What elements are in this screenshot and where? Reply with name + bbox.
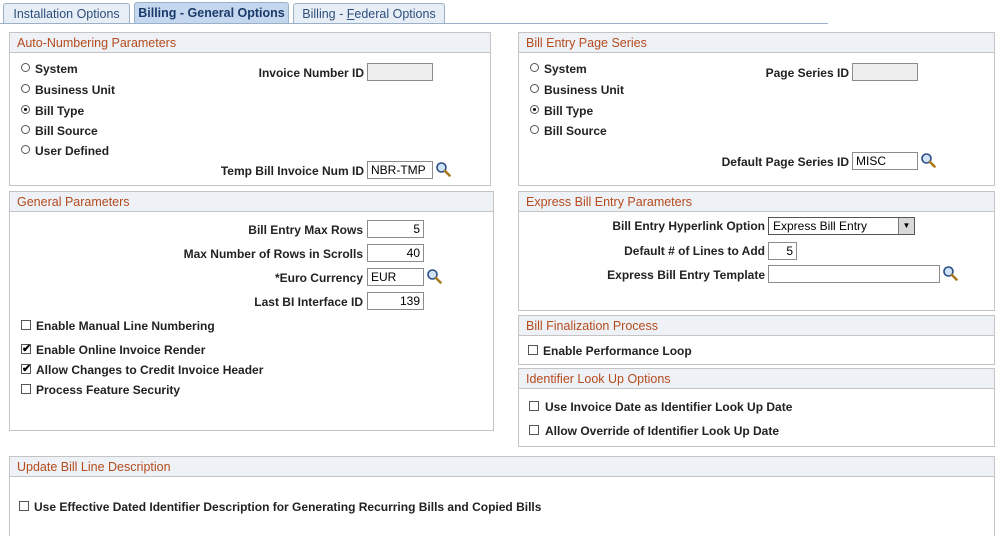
euro-currency-label: *Euro Currency bbox=[274, 271, 363, 285]
last-bi-interface-label: Last BI Interface ID bbox=[254, 295, 363, 309]
radio-label: Bill Type bbox=[35, 104, 85, 118]
group-title: Express Bill Entry Parameters bbox=[519, 192, 994, 212]
tab-label: Billing - General Options bbox=[138, 6, 285, 20]
group-title: Identifier Look Up Options bbox=[519, 369, 994, 389]
default-page-series-label: Default Page Series ID bbox=[721, 155, 849, 169]
radio-page-bill-source[interactable] bbox=[530, 125, 539, 134]
radio-label: Business Unit bbox=[35, 83, 116, 97]
tab-label-part: Billing - bbox=[302, 7, 347, 21]
max-rows-label: Bill Entry Max Rows bbox=[248, 223, 363, 237]
tab-installation-options[interactable]: Installation Options bbox=[3, 3, 130, 23]
radio-label: System bbox=[35, 62, 78, 76]
checkbox-process-feature-security[interactable] bbox=[21, 384, 31, 394]
tab-label-part: ederal Options bbox=[354, 7, 436, 21]
hyperlink-option-select[interactable]: Express Bill Entry ▼ bbox=[768, 217, 915, 235]
group-title: Bill Entry Page Series bbox=[519, 33, 994, 53]
max-scroll-rows-field[interactable]: 40 bbox=[367, 244, 424, 262]
checkbox-performance-loop[interactable] bbox=[528, 345, 538, 355]
default-page-series-field[interactable]: MISC bbox=[852, 152, 918, 170]
checkbox-invoice-date-lookup[interactable] bbox=[529, 401, 539, 411]
checkbox-label: Use Invoice Date as Identifier Look Up D… bbox=[545, 400, 793, 414]
tab-label: Installation Options bbox=[13, 7, 120, 21]
radio-label: System bbox=[544, 62, 587, 76]
radio-label: User Defined bbox=[35, 144, 110, 158]
page-series-id-field[interactable] bbox=[852, 63, 918, 81]
euro-currency-field[interactable]: EUR bbox=[367, 268, 424, 286]
checkbox-label: Process Feature Security bbox=[36, 383, 181, 397]
checkbox-label: Allow Override of Identifier Look Up Dat… bbox=[545, 424, 780, 438]
checkbox-credit-invoice-header[interactable]: ✔ bbox=[21, 364, 31, 375]
invoice-number-id-label: Invoice Number ID bbox=[258, 66, 364, 80]
radio-bill-source[interactable] bbox=[21, 125, 30, 134]
checkbox-label: Allow Changes to Credit Invoice Header bbox=[36, 363, 264, 377]
magnifier-lookup-icon[interactable] bbox=[435, 161, 451, 177]
temp-bill-invoice-label: Temp Bill Invoice Num ID bbox=[220, 164, 364, 178]
max-rows-field[interactable]: 5 bbox=[367, 220, 424, 238]
default-lines-label: Default # of Lines to Add bbox=[624, 244, 765, 258]
radio-label: Bill Source bbox=[544, 124, 607, 138]
radio-label: Bill Source bbox=[35, 124, 98, 138]
last-bi-interface-field[interactable]: 139 bbox=[367, 292, 424, 310]
radio-bill-type[interactable] bbox=[21, 105, 30, 114]
radio-system[interactable] bbox=[21, 63, 30, 72]
update-bill-line-group: Update Bill Line Description bbox=[9, 456, 995, 536]
express-template-field[interactable] bbox=[768, 265, 940, 283]
default-lines-field[interactable]: 5 bbox=[768, 242, 797, 260]
magnifier-lookup-icon[interactable] bbox=[426, 268, 442, 284]
group-title: General Parameters bbox=[10, 192, 493, 212]
checkbox-label: Enable Online Invoice Render bbox=[36, 343, 206, 357]
max-scroll-rows-label: Max Number of Rows in Scrolls bbox=[183, 247, 363, 261]
checkbox-label: Use Effective Dated Identifier Descripti… bbox=[34, 500, 542, 514]
radio-page-bill-type[interactable] bbox=[530, 105, 539, 114]
checkbox-label: Enable Performance Loop bbox=[543, 344, 692, 358]
group-title: Auto-Numbering Parameters bbox=[10, 33, 490, 53]
checkbox-label: Enable Manual Line Numbering bbox=[36, 319, 215, 333]
invoice-number-id-field[interactable] bbox=[367, 63, 433, 81]
tab-billing-general-options[interactable]: Billing - General Options bbox=[134, 2, 289, 24]
radio-label: Bill Type bbox=[544, 104, 594, 118]
checkbox-override-lookup-date[interactable] bbox=[529, 425, 539, 435]
page-series-id-label: Page Series ID bbox=[765, 66, 849, 80]
checkbox-online-invoice-render[interactable]: ✔ bbox=[21, 344, 31, 355]
dropdown-arrow-icon[interactable]: ▼ bbox=[898, 218, 914, 234]
radio-page-business-unit[interactable] bbox=[530, 84, 539, 93]
radio-label: Business Unit bbox=[544, 83, 625, 97]
radio-business-unit[interactable] bbox=[21, 84, 30, 93]
tab-billing-federal-options[interactable]: Billing - Federal Options bbox=[293, 3, 445, 23]
checkbox-effective-dated-description[interactable] bbox=[19, 501, 29, 511]
express-template-label: Express Bill Entry Template bbox=[607, 268, 765, 282]
tab-strip-line bbox=[0, 23, 828, 24]
radio-page-system[interactable] bbox=[530, 63, 539, 72]
checkbox-manual-line-numbering[interactable] bbox=[21, 320, 31, 330]
group-title: Update Bill Line Description bbox=[10, 457, 994, 477]
select-value: Express Bill Entry bbox=[773, 219, 868, 233]
hyperlink-option-label: Bill Entry Hyperlink Option bbox=[612, 219, 765, 233]
magnifier-lookup-icon[interactable] bbox=[942, 265, 958, 281]
temp-bill-invoice-field[interactable]: NBR-TMP bbox=[367, 161, 433, 179]
magnifier-lookup-icon[interactable] bbox=[920, 152, 936, 168]
radio-user-defined[interactable] bbox=[21, 145, 30, 154]
group-title: Bill Finalization Process bbox=[519, 316, 994, 336]
